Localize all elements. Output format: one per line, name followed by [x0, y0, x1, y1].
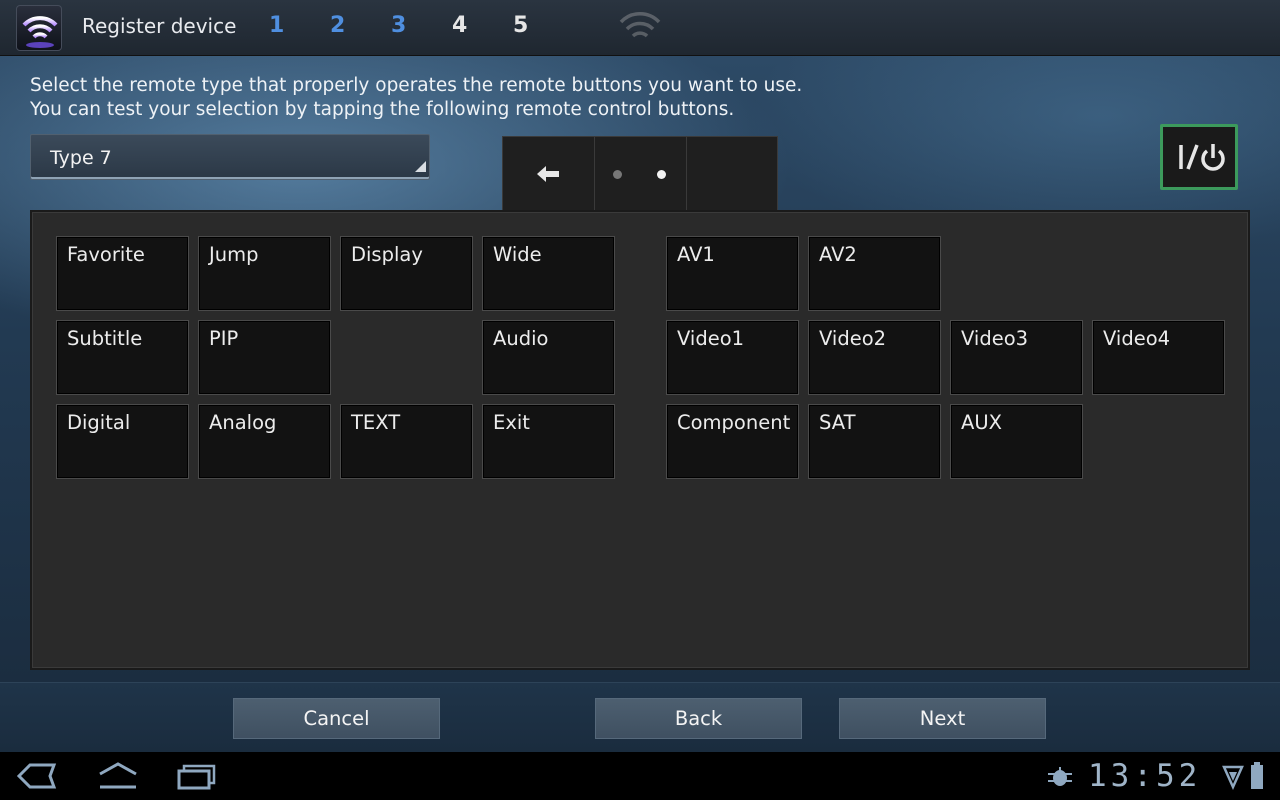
usb-debug-icon	[1048, 767, 1072, 786]
next-button[interactable]: Next	[839, 698, 1046, 739]
pager-back-button[interactable]	[503, 137, 595, 213]
instruction-line-2: You can test your selection by tapping t…	[30, 99, 735, 120]
step-4: 4	[452, 13, 468, 38]
button-label: Video1	[677, 327, 745, 350]
step-1: 1	[269, 13, 285, 38]
instructions: Select the remote type that properly ope…	[30, 74, 802, 122]
button-label: AV2	[819, 243, 857, 266]
text-button[interactable]: TEXT	[340, 404, 473, 479]
button-label: Analog	[209, 411, 277, 434]
wifi-signal-icon	[619, 12, 661, 38]
component-button[interactable]: Component	[666, 404, 799, 479]
page-title: Register device	[82, 14, 237, 38]
nav-recent-apps-icon[interactable]	[176, 762, 218, 790]
display-button[interactable]: Display	[340, 236, 473, 311]
back-button[interactable]: Back	[595, 698, 802, 739]
button-label: Audio	[493, 327, 549, 350]
video1-button[interactable]: Video1	[666, 320, 799, 395]
pager-blank-cell	[687, 137, 778, 213]
button-label: AUX	[961, 411, 1002, 434]
system-bar: 13:52	[0, 752, 1280, 800]
digital-button[interactable]: Digital	[56, 404, 189, 479]
button-label: Favorite	[67, 243, 145, 266]
nav-back-icon[interactable]	[16, 762, 58, 790]
jump-button[interactable]: Jump	[198, 236, 331, 311]
pip-button[interactable]: PIP	[198, 320, 331, 395]
audio-button[interactable]: Audio	[482, 320, 615, 395]
favorite-button[interactable]: Favorite	[56, 236, 189, 311]
button-label: Video4	[1103, 327, 1171, 350]
button-label: AV1	[677, 243, 715, 266]
battery-icon	[1251, 762, 1263, 789]
video4-button[interactable]: Video4	[1092, 320, 1225, 395]
action-bar: Register device 1 2 3 4 5	[0, 0, 1280, 56]
button-label: Jump	[209, 243, 259, 266]
video2-button[interactable]: Video2	[808, 320, 941, 395]
video3-button[interactable]: Video3	[950, 320, 1083, 395]
remote-type-spinner[interactable]: Type 7	[30, 134, 430, 180]
av1-button[interactable]: AV1	[666, 236, 799, 311]
av2-button[interactable]: AV2	[808, 236, 941, 311]
remote-buttons-panel: Favorite Jump Display Wide AV1 AV2 Subti…	[30, 210, 1250, 670]
step-3: 3	[391, 13, 407, 38]
pager-indicator	[595, 137, 687, 213]
button-label: Video3	[961, 327, 1029, 350]
aux-button[interactable]: AUX	[950, 404, 1083, 479]
button-label: Display	[351, 243, 423, 266]
button-label: PIP	[209, 327, 239, 350]
power-button[interactable]	[1160, 124, 1238, 190]
page-dot-2[interactable]	[657, 170, 666, 179]
button-label: Digital	[67, 411, 131, 434]
subtitle-button[interactable]: Subtitle	[56, 320, 189, 395]
main-content: Select the remote type that properly ope…	[0, 56, 1280, 682]
spinner-corner-icon	[415, 161, 426, 172]
nav-home-icon[interactable]	[96, 762, 140, 790]
remote-type-value: Type 7	[50, 147, 112, 169]
power-icon	[1179, 144, 1225, 171]
exit-button[interactable]: Exit	[482, 404, 615, 479]
button-label: Video2	[819, 327, 887, 350]
page-dot-1[interactable]	[613, 170, 622, 179]
analog-button[interactable]: Analog	[198, 404, 331, 479]
instruction-line-1: Select the remote type that properly ope…	[30, 75, 803, 96]
step-2: 2	[330, 13, 346, 38]
button-label: TEXT	[351, 411, 401, 434]
button-label: Wide	[493, 243, 542, 266]
wide-button[interactable]: Wide	[482, 236, 615, 311]
signal-icon	[1222, 765, 1244, 790]
button-label: SAT	[819, 411, 856, 434]
sat-button[interactable]: SAT	[808, 404, 941, 479]
arrow-left-icon	[537, 166, 559, 182]
button-label: Component	[677, 411, 791, 434]
step-5: 5	[513, 13, 529, 38]
cancel-button[interactable]: Cancel	[233, 698, 440, 739]
button-label: Exit	[493, 411, 530, 434]
clock: 13:52	[1088, 758, 1202, 794]
footer-bar: Cancel Back Next	[0, 682, 1280, 752]
button-label: Subtitle	[67, 327, 143, 350]
app-wifi-icon[interactable]	[16, 5, 62, 51]
page-switcher	[502, 136, 778, 213]
